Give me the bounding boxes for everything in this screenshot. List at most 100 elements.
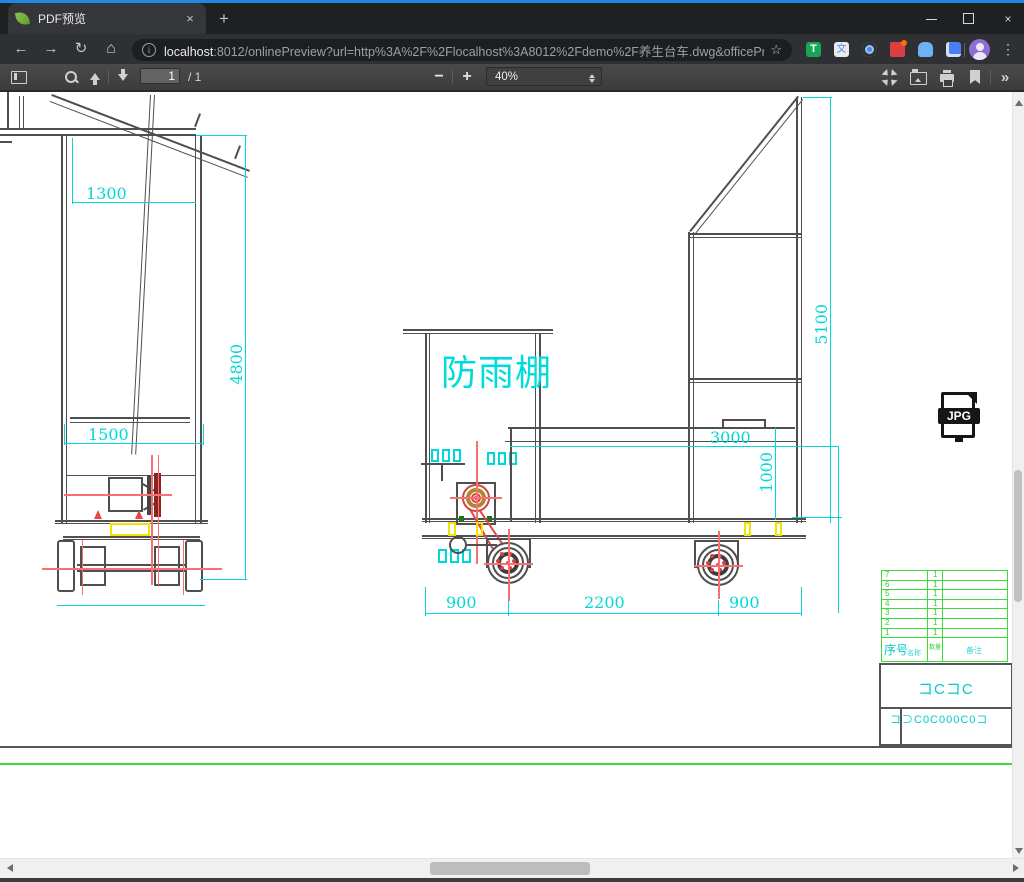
cad-red-arrow (94, 506, 102, 519)
select-spinner-icon (589, 71, 595, 86)
cad-post (66, 136, 67, 523)
blue-app-extension-icon[interactable] (946, 42, 961, 57)
next-page-button[interactable] (112, 67, 134, 87)
open-file-button[interactable] (907, 67, 929, 87)
page-number-input[interactable] (140, 68, 180, 84)
browser-menu-icon[interactable]: ⋮ (1000, 41, 1016, 58)
cad-yellow-highlight (476, 522, 483, 536)
home-icon[interactable]: ⌂ (102, 41, 120, 57)
title-block-code: コ⊃C0C000C0コ (890, 711, 988, 727)
cad-tick (194, 113, 201, 127)
cad-dim-line (838, 446, 839, 613)
toolbar-separator (964, 43, 965, 57)
scroll-up-icon[interactable] (1015, 96, 1023, 106)
cad-line (688, 233, 801, 235)
find-button[interactable] (60, 67, 82, 87)
url-text[interactable]: localhost:8012/onlinePreview?url=http%3A… (164, 41, 764, 60)
presentation-mode-button[interactable] (878, 67, 900, 87)
jpg-fold-corner (965, 392, 977, 404)
profile-avatar[interactable] (969, 39, 990, 60)
address-bar[interactable]: i localhost:8012/onlinePreview?url=http%… (132, 39, 792, 61)
bookmark-button[interactable] (964, 67, 986, 87)
scroll-left-icon[interactable] (3, 864, 13, 872)
scroll-down-icon[interactable] (1015, 848, 1023, 858)
back-icon[interactable]: ← (12, 41, 30, 57)
cad-post (796, 97, 798, 523)
cad-deck-line (505, 441, 797, 442)
cad-yellow-highlight (110, 523, 150, 536)
row-qty: 1 (933, 628, 937, 637)
cad-post (425, 333, 427, 523)
cad-line (66, 475, 195, 476)
cad-centerline (694, 565, 743, 567)
cad-line (23, 96, 24, 128)
title-block-name: コCコC (918, 678, 974, 699)
cad-line (441, 465, 443, 481)
cloud-extension-icon[interactable] (918, 42, 933, 57)
reload-icon[interactable]: ↻ (72, 41, 90, 57)
bookmark-icon (970, 70, 980, 84)
cad-line (722, 419, 766, 421)
cad-dim-line (425, 613, 801, 614)
scroll-right-icon[interactable] (1013, 864, 1023, 872)
cad-dim-line (792, 517, 842, 518)
cad-dim-line (57, 605, 205, 606)
header-name: 名称 (907, 648, 921, 658)
cad-dim-line (64, 443, 204, 444)
jpg-notch (955, 436, 963, 442)
translate-extension-icon[interactable]: 文 (834, 42, 849, 57)
red-grid-extension-icon[interactable] (890, 42, 905, 57)
cad-small-circle (449, 536, 467, 554)
new-tab-button[interactable]: + (214, 9, 234, 29)
dim-right-height: 5100 (812, 304, 831, 345)
row-no: 3 (885, 608, 889, 617)
horizontal-scrollbar-thumb[interactable] (430, 862, 590, 875)
parts-list-table: 71 61 51 41 31 21 11 (881, 570, 1008, 638)
url-path: :8012/onlinePreview?url=http%3A%2F%2Floc… (213, 45, 764, 59)
dim-front-span: 900 (446, 593, 477, 612)
sidebar-toggle-button[interactable] (8, 67, 30, 87)
cad-green-marker (459, 516, 464, 521)
green-shield-extension-icon[interactable]: T (806, 42, 821, 57)
row-no: 5 (885, 589, 889, 598)
cad-drawing-canvas: 1300 4800 1500 防雨棚 (0, 92, 1024, 858)
zoom-in-button[interactable]: + (456, 67, 478, 87)
dim-table-width: 1500 (88, 425, 129, 444)
table-row: 41 (882, 600, 1007, 610)
vertical-scrollbar-thumb[interactable] (1014, 470, 1022, 602)
previous-page-button[interactable] (84, 67, 106, 87)
cad-line (403, 329, 553, 331)
row-qty: 1 (933, 570, 937, 579)
window-bottom-edge (0, 878, 1024, 882)
table-row: 31 (882, 609, 1007, 619)
cad-cyan-glyph (498, 452, 506, 465)
cad-dim-line (200, 579, 247, 580)
zoom-level-value: 40% (495, 71, 518, 83)
more-tools-button[interactable]: » (994, 67, 1016, 87)
window-close-button[interactable]: × (998, 12, 1018, 26)
cad-dim-line (801, 587, 802, 616)
window-minimize-button[interactable] (926, 19, 937, 20)
cad-dim-line (803, 97, 832, 98)
zoom-level-select[interactable]: 40% (486, 67, 602, 86)
print-button[interactable] (936, 67, 958, 87)
tab-pdf-preview[interactable]: PDF预览 × (8, 3, 206, 34)
cad-diagonal-brace (694, 99, 803, 235)
blue-circle-extension-icon[interactable] (862, 42, 877, 57)
cad-post (801, 97, 802, 523)
tab-close-icon[interactable]: × (182, 11, 198, 26)
forward-icon[interactable]: → (42, 41, 60, 57)
cad-line (7, 92, 9, 128)
cad-centerline (450, 497, 502, 499)
row-qty: 1 (933, 589, 937, 598)
cad-centerline (42, 568, 222, 570)
jpg-download-icon[interactable]: JPG (936, 392, 982, 444)
zoom-out-button[interactable]: − (428, 67, 450, 87)
cad-line (688, 382, 801, 383)
window-maximize-button[interactable] (963, 13, 974, 24)
cad-line (688, 237, 801, 238)
page-info-icon[interactable]: i (142, 43, 156, 57)
toolbar-separator (452, 70, 453, 84)
cad-centerline (82, 540, 83, 595)
bookmark-star-icon[interactable]: ☆ (770, 42, 782, 58)
